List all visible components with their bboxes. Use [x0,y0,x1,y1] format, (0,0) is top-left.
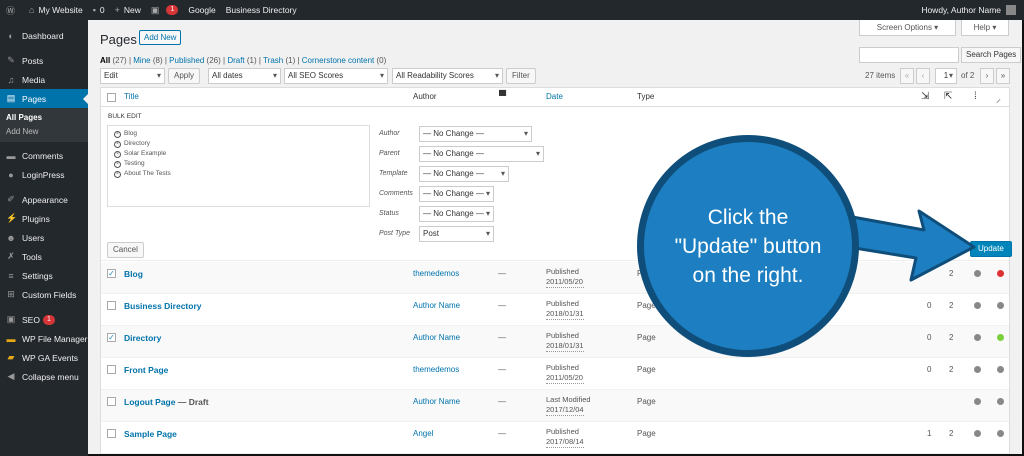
callout-arrow [828,209,976,282]
callout-text: Click the "Update" button on the right. [675,203,822,290]
callout-line-3: on the right. [692,263,804,287]
callout-line-1: Click the [707,205,789,229]
callout-line-2: "Update" button [674,234,822,258]
instruction-callout: Click the "Update" button on the right. [637,135,859,357]
